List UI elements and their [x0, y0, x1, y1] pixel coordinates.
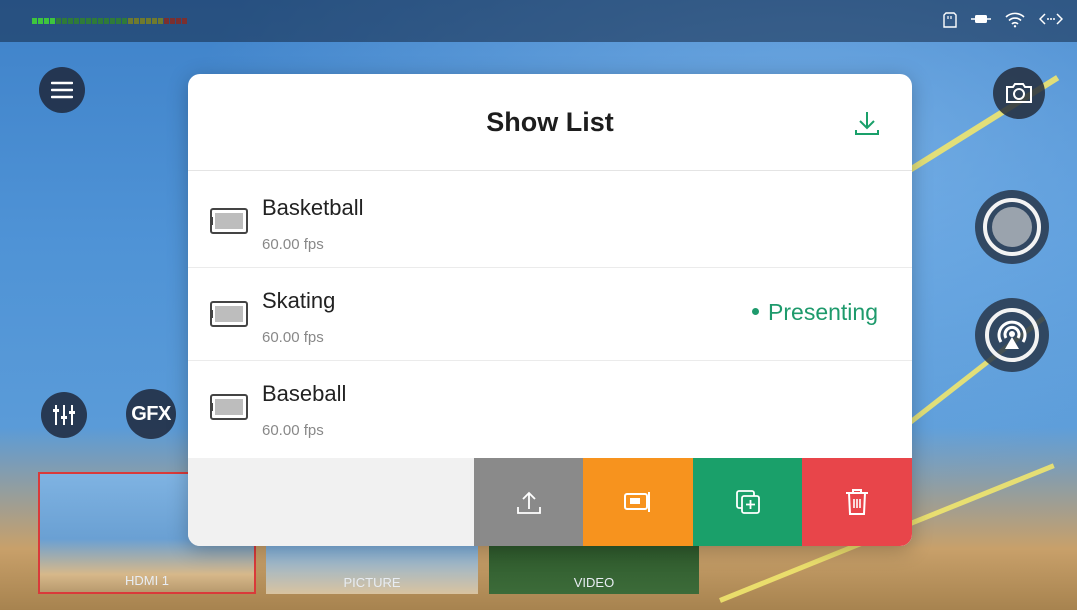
status-text: Presenting: [768, 299, 878, 325]
present-button[interactable]: [583, 458, 693, 546]
gfx-label: GFX: [131, 402, 171, 425]
show-thumbnail-icon: [210, 208, 248, 234]
wifi-icon: [1005, 12, 1025, 33]
menu-button[interactable]: [39, 67, 85, 113]
source-label: PICTURE: [343, 575, 401, 590]
record-icon: [983, 198, 1041, 256]
audio-mixer-button[interactable]: [41, 392, 87, 438]
dialog-header: Show List: [188, 74, 912, 171]
live-stream-icon: [985, 308, 1039, 362]
audio-level-meter: [32, 18, 187, 24]
show-list-dialog: Show List Basketball 60.00 fps Skating 6…: [188, 74, 912, 546]
record-button[interactable]: [975, 190, 1049, 264]
show-thumbnail-icon: [210, 301, 248, 327]
connection-icon: [1038, 12, 1064, 33]
stream-button[interactable]: [975, 298, 1049, 372]
snapshot-button[interactable]: [993, 67, 1045, 119]
show-name: Baseball: [262, 381, 347, 406]
hamburger-icon: [51, 81, 73, 99]
show-fps: 60.00 fps: [262, 422, 324, 439]
duplicate-icon: [735, 490, 760, 514]
show-list-item[interactable]: Basketball 60.00 fps: [188, 175, 912, 268]
dialog-title: Show List: [486, 107, 614, 137]
presenting-status: Presenting: [752, 299, 878, 326]
camera-preview-background: GFX HDMI 1 PICTURE VIDEO Show List Baske…: [0, 0, 1077, 610]
upload-button[interactable]: [474, 458, 583, 546]
duplicate-button[interactable]: [693, 458, 802, 546]
show-name: Basketball: [262, 195, 364, 220]
delete-button[interactable]: [802, 458, 912, 546]
camera-icon: [1006, 83, 1032, 103]
source-label: HDMI 1: [124, 573, 170, 588]
status-dot-icon: [752, 308, 760, 316]
upload-icon: [516, 491, 541, 514]
sliders-icon: [53, 405, 75, 425]
status-icons: [943, 12, 1064, 33]
show-list-item[interactable]: Baseball 60.00 fps: [188, 361, 912, 453]
show-thumbnail-icon: [210, 394, 248, 420]
swipe-action-bar: [188, 458, 912, 546]
sd-card-icon: [943, 12, 957, 33]
present-icon: [624, 492, 650, 512]
source-label: VIDEO: [573, 575, 615, 590]
show-name: Skating: [262, 288, 336, 313]
download-button[interactable]: [852, 108, 882, 138]
trash-icon: [846, 489, 868, 515]
show-fps: 60.00 fps: [262, 236, 324, 253]
battery-icon: [971, 12, 991, 33]
download-icon: [855, 112, 879, 135]
gfx-button[interactable]: GFX: [126, 389, 176, 439]
status-bar: [0, 0, 1077, 42]
show-fps: 60.00 fps: [262, 329, 324, 346]
show-list-item[interactable]: Skating 60.00 fps Presenting: [188, 268, 912, 361]
